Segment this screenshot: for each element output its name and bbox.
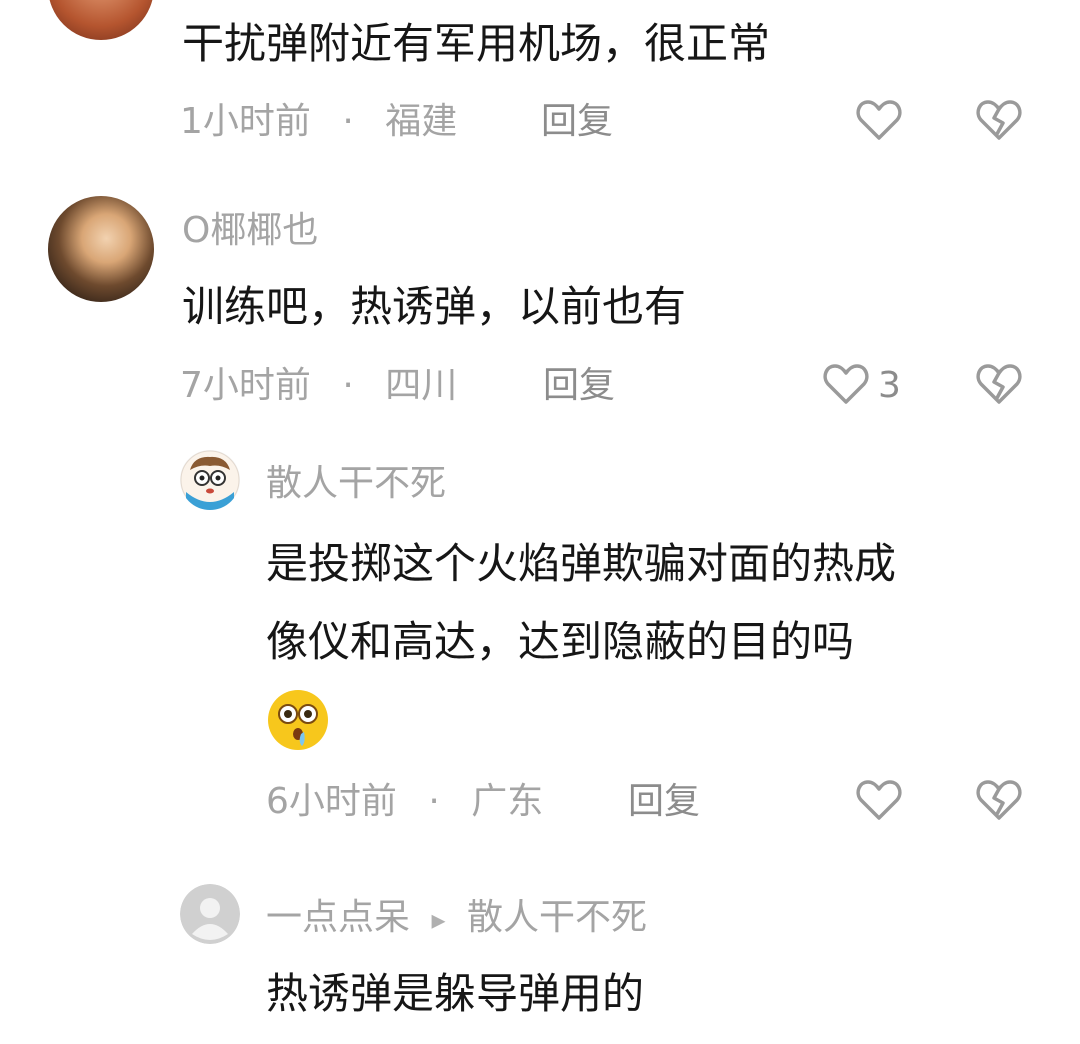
comment-text: 干扰弹附近有军用机场，很正常 bbox=[182, 19, 771, 68]
shocked-face-emoji bbox=[266, 688, 330, 756]
broken-heart-icon[interactable] bbox=[975, 360, 1023, 408]
reply-username-row: 一点点呆 ▸ 散人干不死 bbox=[266, 896, 647, 942]
comment-location: 福建 bbox=[385, 101, 458, 142]
cartoon-face-avatar bbox=[180, 450, 240, 510]
heart-outline-icon[interactable] bbox=[822, 360, 870, 408]
reply-username[interactable]: 一点点呆 bbox=[266, 897, 410, 938]
reply-button[interactable]: 回复 bbox=[628, 780, 700, 824]
reply-text-line-2: 像仪和高达，达到隐蔽的目的吗 bbox=[266, 617, 855, 666]
reply-target-username[interactable]: 散人干不死 bbox=[467, 897, 647, 938]
comment-time: 1小时前 bbox=[180, 101, 311, 142]
reply-button[interactable]: 回复 bbox=[543, 364, 615, 408]
like-count: 3 bbox=[878, 365, 901, 406]
broken-heart-icon[interactable] bbox=[975, 776, 1023, 824]
avatar[interactable] bbox=[48, 196, 154, 302]
meta-separator: · bbox=[342, 101, 354, 142]
heart-outline-icon[interactable] bbox=[855, 776, 903, 824]
broken-heart-icon[interactable] bbox=[975, 96, 1023, 144]
reply-meta: 6小时前 · 广东 bbox=[266, 780, 543, 824]
comment-time: 7小时前 bbox=[180, 365, 311, 406]
comment-meta: 7小时前 · 四川 bbox=[180, 364, 457, 408]
comment-username[interactable]: O椰椰也 bbox=[182, 209, 318, 253]
reply-arrow-icon: ▸ bbox=[431, 903, 446, 936]
reply-username[interactable]: 散人干不死 bbox=[266, 462, 446, 506]
reply-button[interactable]: 回复 bbox=[541, 100, 613, 144]
avatar[interactable] bbox=[48, 0, 154, 40]
avatar[interactable] bbox=[180, 450, 240, 510]
avatar[interactable] bbox=[180, 884, 240, 944]
heart-outline-icon[interactable] bbox=[855, 96, 903, 144]
reply-text: 热诱弹是躲导弹用的 bbox=[266, 969, 645, 1018]
meta-separator: · bbox=[342, 365, 354, 406]
comment-meta: 1小时前 · 福建 bbox=[180, 100, 457, 144]
reply-time: 6小时前 bbox=[266, 781, 397, 822]
meta-separator: · bbox=[428, 781, 440, 822]
default-user-icon bbox=[180, 884, 240, 944]
reply-text-line-1: 是投掷这个火焰弹欺骗对面的热成 bbox=[266, 539, 897, 588]
comment-text: 训练吧，热诱弹，以前也有 bbox=[182, 282, 687, 331]
comment-location: 四川 bbox=[385, 365, 458, 406]
reply-location: 广东 bbox=[471, 781, 544, 822]
